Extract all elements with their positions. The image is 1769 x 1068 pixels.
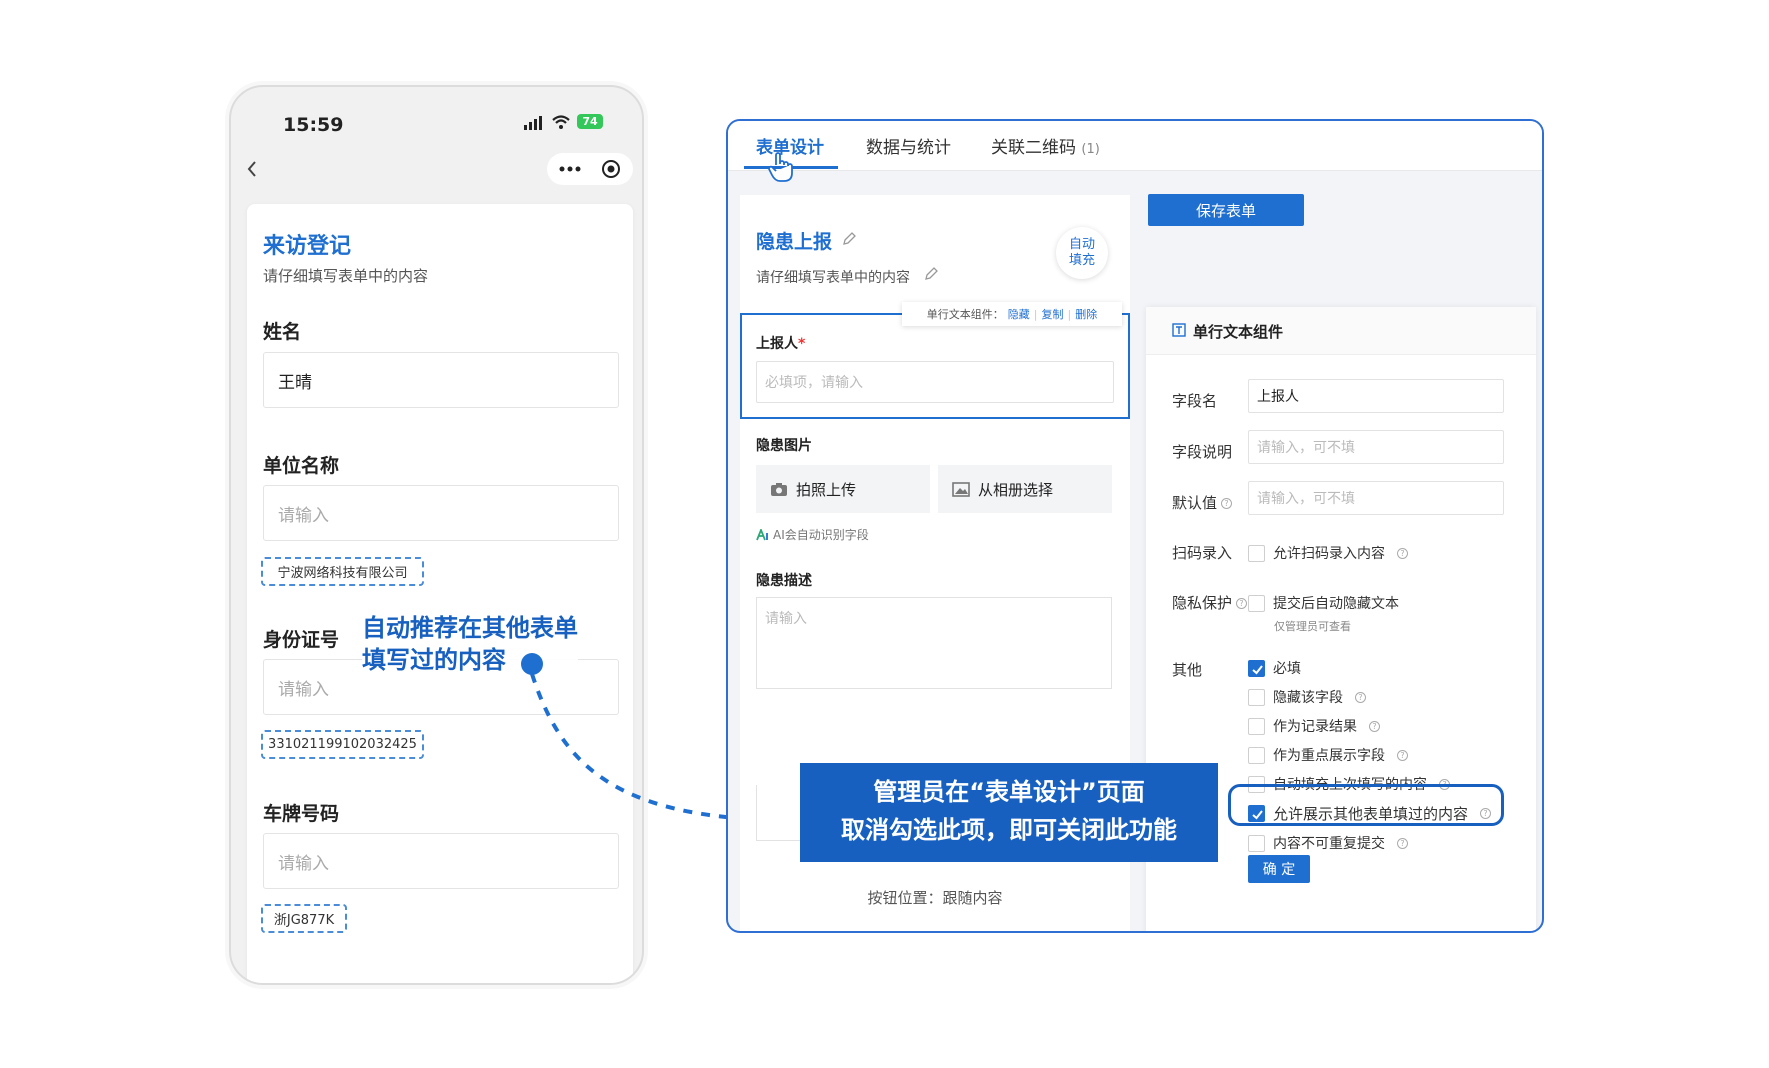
- copy-button[interactable]: 复制: [1042, 306, 1064, 322]
- designer-tab-bar: 表单设计 数据与统计 关联二维码 (1): [728, 121, 1542, 182]
- option-row[interactable]: 必填: [1248, 658, 1301, 678]
- option-label: 必填: [1273, 661, 1301, 677]
- canvas-form-title[interactable]: 隐患上报: [756, 227, 832, 254]
- option-label: 隐藏该字段: [1273, 690, 1343, 706]
- default-value-label-text: 默认值: [1172, 494, 1218, 512]
- canvas: 15:59 74 来访登记 请仔细填写表单中的内容 姓名 王晴 单位名称 请输入…: [0, 0, 1769, 1068]
- callout-line-2: 取消勾选此项，即可关闭此功能: [841, 816, 1177, 844]
- option-checkbox[interactable]: [1248, 717, 1265, 735]
- checkmark-icon: [1252, 664, 1263, 674]
- auto-fill-line-1: 自动: [1068, 237, 1095, 252]
- option-checkbox[interactable]: [1248, 746, 1265, 764]
- help-icon[interactable]: ?: [1236, 598, 1248, 609]
- edit-subtitle-icon[interactable]: [924, 267, 938, 281]
- auto-fill-line-2: 填充: [1068, 253, 1095, 268]
- field-name-label: 字段名: [1172, 392, 1218, 410]
- option-row[interactable]: 作为重点展示字段?: [1248, 745, 1408, 765]
- desc-textarea[interactable]: 请输入: [756, 597, 1112, 689]
- option-checkbox[interactable]: [1248, 834, 1265, 852]
- image-icon: [952, 481, 970, 497]
- option-checkbox[interactable]: [1248, 659, 1265, 677]
- toolbar-label: 单行文本组件：: [926, 308, 1004, 321]
- option-label: 作为重点展示字段: [1273, 748, 1385, 764]
- reporter-label: 上报人*: [756, 333, 805, 353]
- help-icon[interactable]: ?: [1397, 837, 1408, 849]
- scan-entry-text: 允许扫码录入内容: [1273, 546, 1385, 562]
- help-icon[interactable]: ?: [1221, 498, 1233, 509]
- image-field-label: 隐患图片: [756, 438, 812, 454]
- auto-fill-badge[interactable]: 自动 填充: [1056, 227, 1108, 279]
- tab-qr-codes-count: (1): [1081, 142, 1100, 157]
- scan-entry-checkbox[interactable]: [1248, 544, 1265, 562]
- hide-button[interactable]: 隐藏: [1008, 306, 1030, 322]
- album-select-label: 从相册选择: [978, 480, 1054, 499]
- field-desc-label: 字段说明: [1172, 443, 1233, 461]
- callout-line-1: 管理员在“表单设计”页面: [873, 778, 1145, 806]
- privacy-note: 仅管理员可查看: [1274, 620, 1351, 633]
- button-position-setting[interactable]: 按钮位置：跟随内容: [740, 887, 1130, 908]
- ai-icon: [756, 528, 768, 540]
- highlight-ring: [1228, 784, 1504, 826]
- ai-hint-text: AI会自动识别字段: [773, 528, 869, 542]
- privacy-option-text: 提交后自动隐藏文本: [1273, 596, 1399, 612]
- properties-title: 单行文本组件: [1193, 323, 1284, 341]
- tab-data-stats[interactable]: 数据与统计: [866, 133, 951, 158]
- privacy-checkbox[interactable]: [1248, 594, 1265, 612]
- help-icon[interactable]: ?: [1397, 749, 1408, 761]
- privacy-label: 隐私保护?: [1172, 592, 1248, 613]
- confirm-button[interactable]: 确 定: [1248, 855, 1310, 883]
- component-toolbar: 单行文本组件： 隐藏 | 复制 | 删除: [902, 302, 1122, 326]
- other-label: 其他: [1172, 661, 1203, 679]
- default-value-label: 默认值?: [1172, 492, 1233, 513]
- field-desc-input[interactable]: 请输入，可不填: [1248, 430, 1504, 464]
- reporter-label-text: 上报人: [756, 336, 798, 352]
- edit-title-icon[interactable]: [842, 232, 856, 246]
- photo-upload-button[interactable]: 拍照上传: [756, 465, 930, 513]
- scan-entry-option[interactable]: 允许扫码录入内容?: [1248, 543, 1408, 563]
- default-value-input[interactable]: 请输入，可不填: [1248, 481, 1504, 515]
- option-row[interactable]: 隐藏该字段?: [1248, 687, 1366, 707]
- scan-entry-label: 扫码录入: [1172, 544, 1233, 562]
- option-row[interactable]: 内容不可重复提交?: [1248, 833, 1408, 853]
- required-mark: *: [798, 336, 806, 352]
- canvas-form-subtitle[interactable]: 请仔细填写表单中的内容: [756, 267, 910, 287]
- option-checkbox[interactable]: [1248, 688, 1265, 706]
- selected-field-reporter[interactable]: 上报人* 必填项，请输入: [740, 313, 1130, 419]
- tab-qr-codes-label: 关联二维码: [991, 138, 1076, 158]
- desc-field-label: 隐患描述: [756, 573, 812, 589]
- privacy-label-text: 隐私保护: [1172, 594, 1233, 612]
- option-row[interactable]: 作为记录结果?: [1248, 716, 1380, 736]
- tab-qr-codes[interactable]: 关联二维码 (1): [991, 133, 1100, 158]
- callout-admin-note: 管理员在“表单设计”页面 取消勾选此项，即可关闭此功能: [800, 763, 1218, 862]
- pointer-hand-icon: [768, 152, 793, 182]
- option-label: 作为记录结果: [1273, 719, 1357, 735]
- option-label: 内容不可重复提交: [1273, 836, 1385, 852]
- delete-button[interactable]: 删除: [1075, 306, 1097, 322]
- photo-upload-label: 拍照上传: [796, 480, 857, 499]
- text-component-icon: [1172, 323, 1186, 337]
- ai-hint: AI会自动识别字段: [756, 526, 869, 543]
- album-select-button[interactable]: 从相册选择: [938, 465, 1112, 513]
- help-icon[interactable]: ?: [1397, 547, 1408, 559]
- save-form-button[interactable]: 保存表单: [1148, 194, 1304, 226]
- privacy-option[interactable]: 提交后自动隐藏文本: [1248, 593, 1399, 613]
- camera-icon: [771, 482, 787, 496]
- help-icon[interactable]: ?: [1369, 720, 1380, 732]
- reporter-input[interactable]: 必填项，请输入: [756, 361, 1114, 403]
- help-icon[interactable]: ?: [1355, 691, 1366, 703]
- field-name-input[interactable]: 上报人: [1248, 379, 1504, 413]
